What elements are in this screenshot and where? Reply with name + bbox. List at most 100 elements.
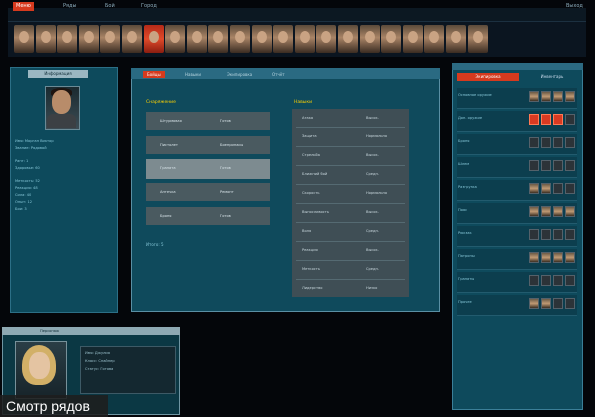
equipment-slot[interactable]: [553, 91, 563, 102]
equipment-slot[interactable]: [565, 137, 575, 148]
tab-equipment-slots[interactable]: Экипировка: [457, 73, 519, 81]
equipment-slot-row: Прочее: [457, 295, 577, 316]
tab-battle[interactable]: Бой: [105, 2, 115, 11]
equipment-slot[interactable]: [529, 275, 539, 286]
tab-fighters[interactable]: Бойцы: [143, 71, 165, 78]
squad-member-portrait[interactable]: [14, 25, 34, 53]
equipment-slot[interactable]: [565, 298, 575, 309]
equipment-slot[interactable]: [529, 206, 539, 217]
equipment-slot[interactable]: [565, 91, 575, 102]
equipment-slot[interactable]: [529, 183, 539, 194]
skill-row[interactable]: Лидерство Низко: [296, 281, 405, 296]
preview-line: Статус: Готова: [85, 367, 114, 371]
soldier-portrait-body: [47, 114, 76, 128]
squad-member-portrait[interactable]: [208, 25, 229, 53]
squad-member-portrait[interactable]: [338, 25, 358, 53]
tab-inventory[interactable]: Инвентарь: [524, 73, 580, 81]
squad-member-portrait[interactable]: [402, 25, 423, 53]
equipment-slot[interactable]: [541, 160, 551, 171]
skill-row[interactable]: Защита Нормально: [296, 129, 405, 144]
equipment-slot[interactable]: [565, 229, 575, 240]
equipment-row[interactable]: Аптечка Ремонт: [146, 183, 270, 201]
squad-member-portrait[interactable]: [273, 25, 294, 53]
equipment-slot[interactable]: [553, 160, 563, 171]
equipment-slot[interactable]: [529, 252, 539, 263]
squad-member-portrait[interactable]: [467, 25, 488, 53]
tab-city[interactable]: Город: [141, 2, 157, 11]
equipment-slot[interactable]: [529, 91, 539, 102]
squad-member-portrait[interactable]: [143, 25, 164, 53]
squad-member-portrait[interactable]: [57, 25, 78, 53]
equipment-slot[interactable]: [529, 229, 539, 240]
squad-member-portrait[interactable]: [230, 25, 250, 53]
exit-button[interactable]: Выход: [566, 2, 583, 11]
skill-row[interactable]: Скорость Нормально: [296, 186, 405, 201]
equipment-slot[interactable]: [553, 114, 563, 125]
squad-member-portrait[interactable]: [381, 25, 402, 53]
equipment-row[interactable]: Штурмовая Готов: [146, 112, 270, 130]
squad-member-portrait[interactable]: [251, 25, 272, 53]
equipment-slot[interactable]: [553, 298, 563, 309]
equipment-slot[interactable]: [553, 206, 563, 217]
equipment-slot[interactable]: [541, 91, 551, 102]
skill-row[interactable]: Ближний бой Средн.: [296, 167, 405, 182]
equipment-slot[interactable]: [553, 183, 563, 194]
skill-row[interactable]: Атака Высок.: [296, 111, 405, 126]
equipment-slot[interactable]: [529, 298, 539, 309]
squad-member-portrait[interactable]: [35, 25, 56, 53]
equipment-slot[interactable]: [541, 137, 551, 148]
tab-report[interactable]: Отчёт: [272, 71, 285, 78]
squad-member-portrait[interactable]: [100, 25, 121, 53]
portrait-face: [62, 31, 73, 43]
equipment-slot-row: Пояс: [457, 203, 577, 224]
skill-row[interactable]: Реакция Высок.: [296, 243, 405, 258]
tab-ranks[interactable]: Ряды: [63, 2, 76, 11]
skill-row[interactable]: Выносливость Высок.: [296, 205, 405, 220]
info-line: Меткость: 52: [15, 179, 40, 183]
tab-menu[interactable]: Меню: [13, 2, 34, 11]
equipment-slot[interactable]: [553, 137, 563, 148]
info-line: Имя: Морган Виктор: [15, 139, 54, 143]
equipment-slot[interactable]: [529, 114, 539, 125]
equipment-slot[interactable]: [565, 252, 575, 263]
equipment-slot[interactable]: [541, 206, 551, 217]
slot-label: Шлем: [458, 162, 470, 166]
equipment-row-selected[interactable]: Граната Готов: [146, 159, 270, 179]
equipment-row[interactable]: Броня Готов: [146, 207, 270, 225]
equipment-slot[interactable]: [541, 252, 551, 263]
equipment-slot[interactable]: [553, 252, 563, 263]
equipment-row[interactable]: Пистолет Боеприпасы: [146, 136, 270, 154]
equipment-slot[interactable]: [529, 137, 539, 148]
squad-member-portrait[interactable]: [122, 25, 142, 53]
equipment-slot[interactable]: [541, 275, 551, 286]
portrait-face: [343, 31, 353, 43]
squad-member-portrait[interactable]: [446, 25, 466, 53]
equipment-slot[interactable]: [565, 275, 575, 286]
squad-member-portrait[interactable]: [359, 25, 380, 53]
equipment-slot[interactable]: [565, 114, 575, 125]
squad-member-portrait[interactable]: [316, 25, 337, 53]
slot-label: Патроны: [458, 254, 475, 258]
equipment-slot[interactable]: [541, 298, 551, 309]
equipment-slot[interactable]: [541, 183, 551, 194]
tab-equipment[interactable]: Экипировка: [227, 71, 252, 78]
squad-member-portrait[interactable]: [165, 25, 186, 53]
skill-row[interactable]: Стрельба Высок.: [296, 148, 405, 163]
info-line: Сила: 40: [15, 193, 32, 197]
tab-skills[interactable]: Навыки: [185, 71, 201, 78]
equipment-slot[interactable]: [541, 114, 551, 125]
squad-member-portrait[interactable]: [294, 25, 315, 53]
squad-member-portrait[interactable]: [424, 25, 445, 53]
equipment-slot[interactable]: [565, 183, 575, 194]
equipment-slot[interactable]: [529, 160, 539, 171]
equipment-slot[interactable]: [553, 275, 563, 286]
equipment-slot[interactable]: [541, 229, 551, 240]
equipment-slot[interactable]: [565, 160, 575, 171]
squad-member-portrait[interactable]: [186, 25, 207, 53]
skills-section-title: Навыки: [294, 100, 312, 105]
equipment-slot[interactable]: [553, 229, 563, 240]
skill-row[interactable]: Воля Средн.: [296, 224, 405, 239]
squad-member-portrait[interactable]: [78, 25, 99, 53]
skill-row[interactable]: Меткость Средн.: [296, 262, 405, 277]
equipment-slot[interactable]: [565, 206, 575, 217]
